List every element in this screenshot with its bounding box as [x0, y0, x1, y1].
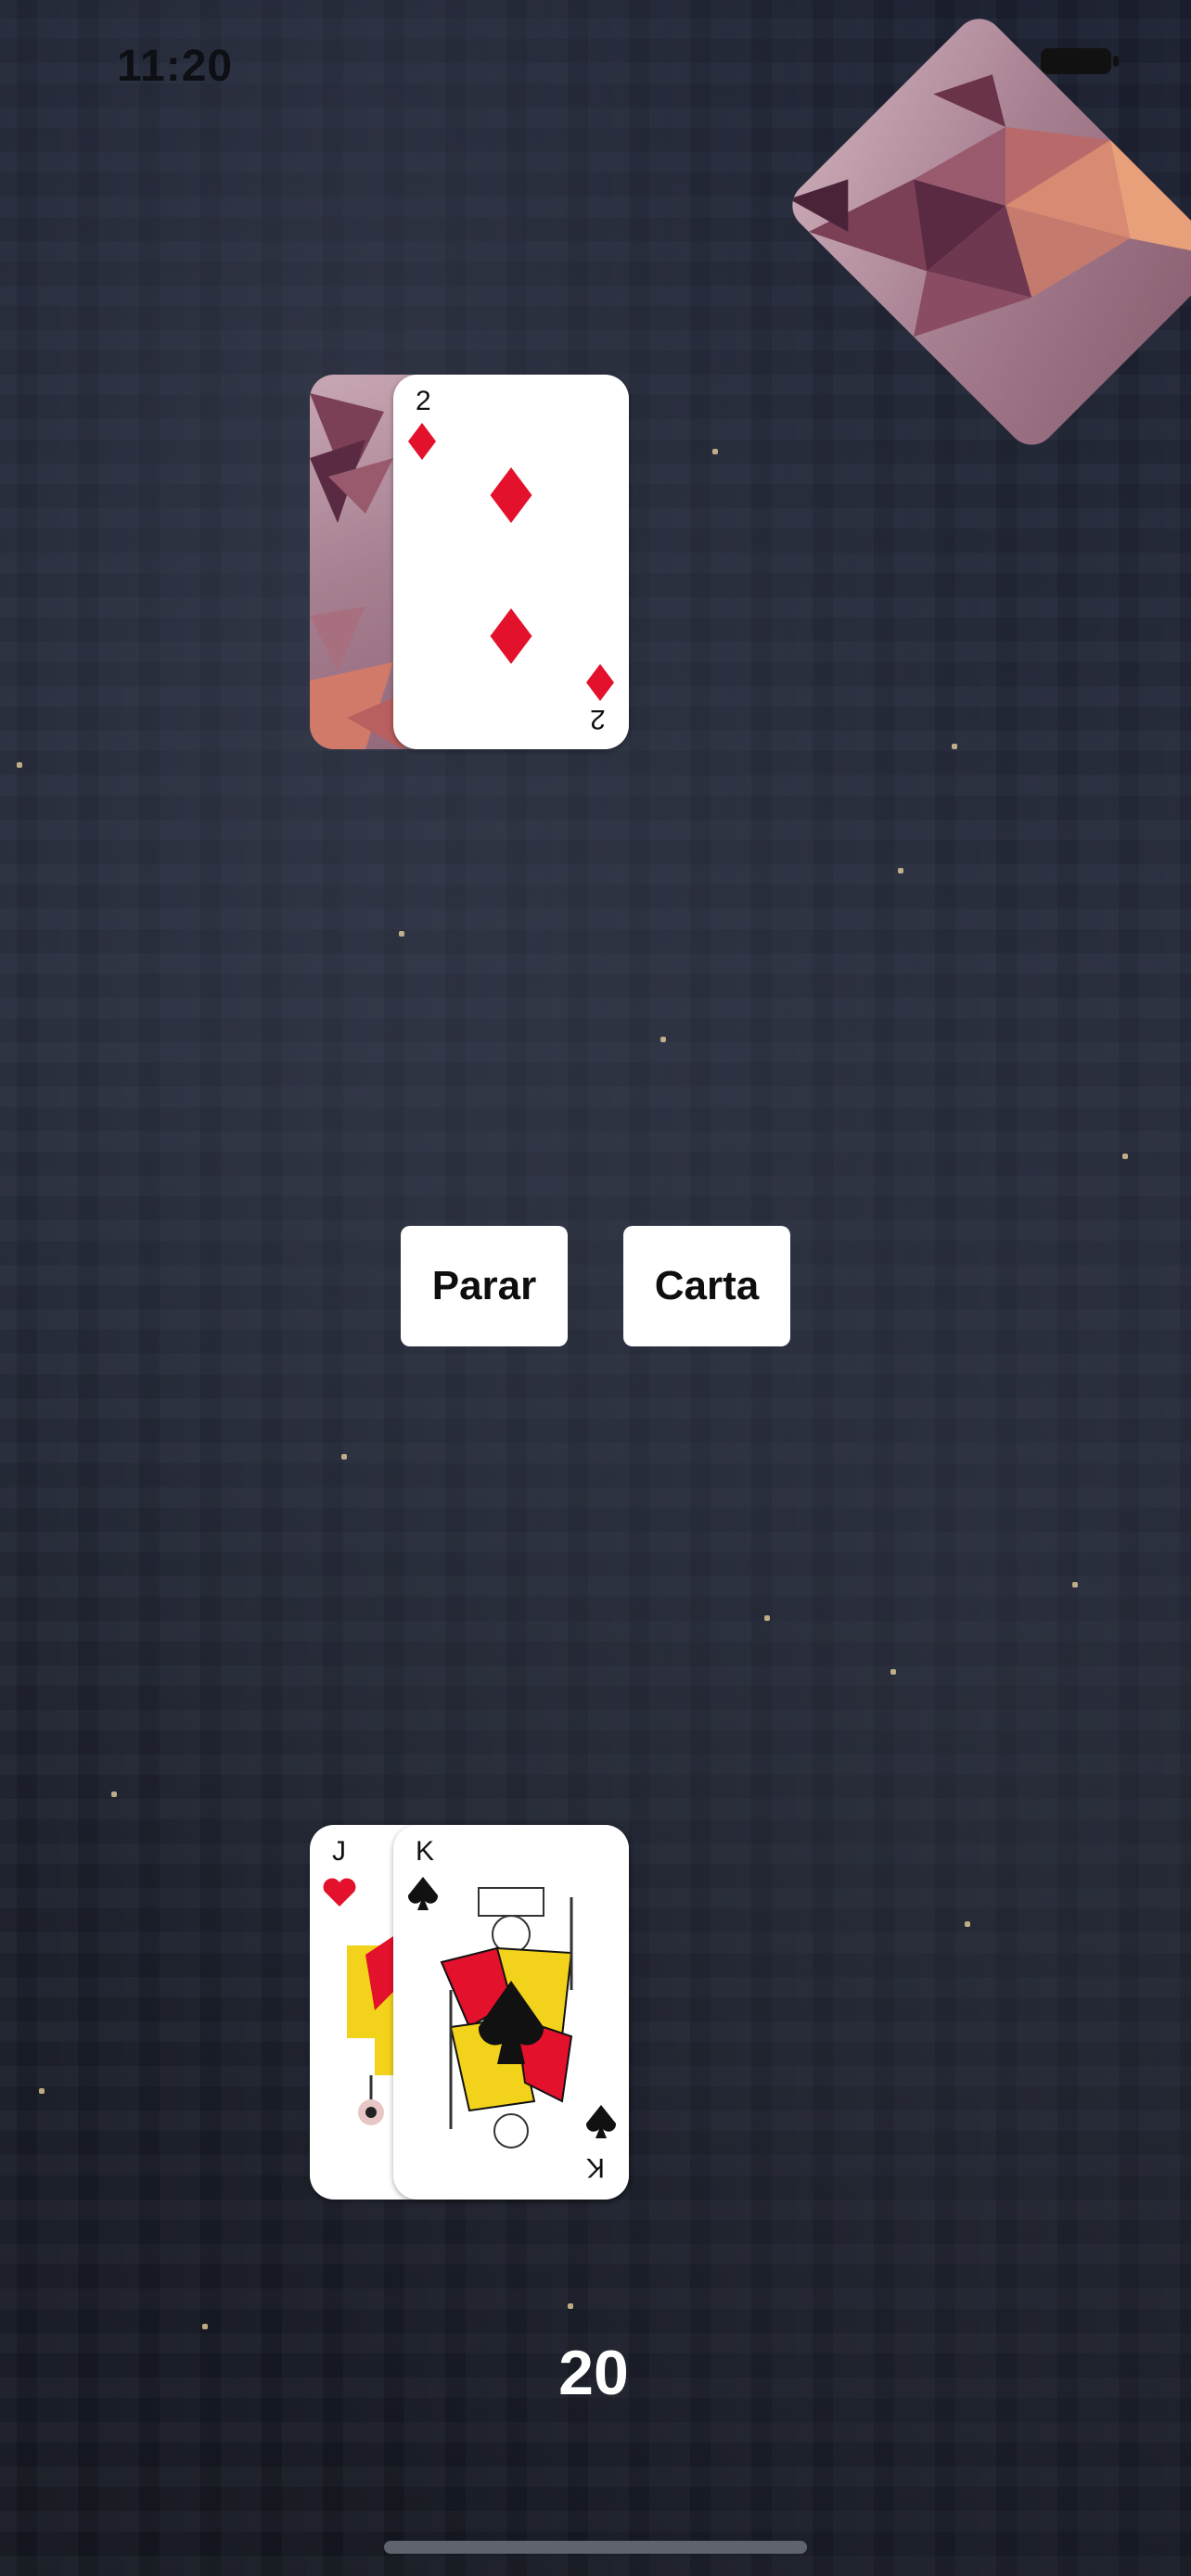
player-score: 20 [558, 2338, 629, 2408]
card-rank-inverted: 2 [590, 704, 606, 734]
diamond-icon [490, 467, 532, 523]
card-rank: J [332, 1836, 346, 1867]
home-indicator[interactable] [384, 2541, 807, 2554]
dealer-card-2-diamonds: 2 2 [393, 375, 629, 749]
diamond-icon [490, 608, 532, 664]
battery-icon [1041, 48, 1119, 74]
jack-figure-icon [347, 1936, 393, 2125]
spade-icon [585, 2105, 617, 2138]
status-time: 11:20 [117, 42, 234, 91]
diamond-icon [586, 664, 614, 701]
card-rank: 2 [416, 386, 431, 416]
stand-button[interactable]: Parar [401, 1226, 568, 1346]
card-rank-inverted: K [586, 2152, 606, 2183]
diamond-icon [408, 423, 436, 460]
hit-button[interactable]: Carta [623, 1226, 790, 1346]
card-rank: K [416, 1836, 435, 1867]
heart-icon [323, 1878, 356, 1906]
player-card-king-spades: K K [393, 1825, 629, 2200]
king-figure-icon [440, 1887, 573, 2149]
